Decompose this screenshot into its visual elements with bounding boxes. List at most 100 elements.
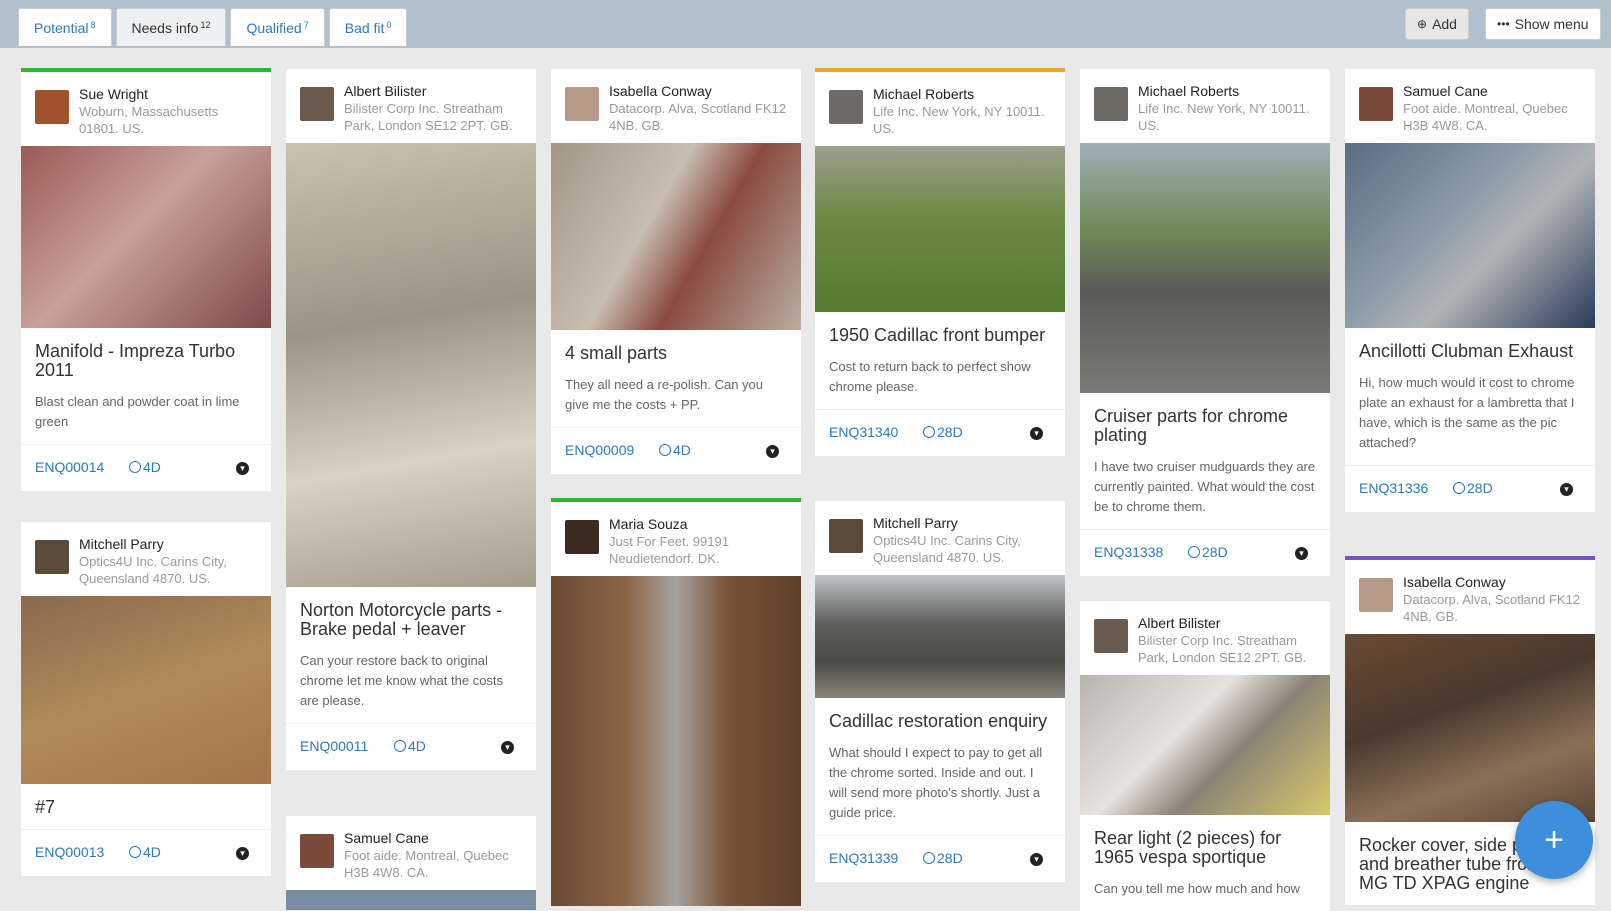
customer-name: Mitchell Parry <box>873 515 958 531</box>
enquiry-title: Cadillac restoration enquiry <box>829 711 1048 731</box>
enquiry-card[interactable]: Samuel Cane Foot aide. Montreal, Quebec H… <box>1345 69 1595 512</box>
tab-needs-info[interactable]: Needs info 12 <box>115 8 227 46</box>
enquiry-title: Cruiser parts for chrome plating <box>1094 406 1289 445</box>
avatar <box>565 87 599 121</box>
age-value: 4D <box>143 459 161 475</box>
add-button-label: Add <box>1432 16 1457 32</box>
customer-name: Maria Souza <box>609 516 688 532</box>
enquiry-title: Rear light (2 pieces) for 1965 vespa spo… <box>1094 828 1282 867</box>
card-footer: ENQ00013 4D ▾ <box>21 829 271 876</box>
tab-potential[interactable]: Potential 8 <box>18 8 112 46</box>
enquiry-card[interactable]: Mitchell Parry Optics4U Inc. Carins City,… <box>21 522 271 876</box>
card-header: Samuel Cane Foot aide. Montreal, Quebec H… <box>286 816 536 890</box>
card-footer: ENQ00014 4D ▾ <box>21 444 271 491</box>
age-indicator: 4D <box>394 738 426 754</box>
enquiry-card[interactable]: Mitchell Parry Optics4U Inc. Carins City,… <box>815 501 1065 882</box>
enquiry-card[interactable]: Isabella Conway Datacorp. Alva, Scotland … <box>551 69 801 474</box>
customer-name: Michael Roberts <box>1138 83 1240 99</box>
enquiry-description: Can your restore back to original chrome… <box>300 653 504 708</box>
tab-count: 8 <box>90 19 96 30</box>
clock-icon <box>923 426 935 438</box>
enquiry-ref-link[interactable]: ENQ31338 <box>1094 544 1163 560</box>
clock-icon <box>923 852 935 864</box>
part-photo[interactable] <box>1080 675 1330 815</box>
customer-address: Just For Feet. 99191 Neudietendorf. DK. <box>609 534 729 566</box>
part-photo[interactable] <box>1080 143 1330 393</box>
card-footer: ENQ31336 28D ▾ <box>1345 465 1595 512</box>
customer-address: Datacorp. Alva, Scotland FK12 4NB. GB. <box>1403 592 1581 624</box>
chevron-down-icon[interactable]: ▾ <box>236 462 249 475</box>
clock-icon <box>129 461 141 473</box>
show-menu-button[interactable]: ••• Show menu <box>1485 8 1601 40</box>
enquiry-title: 4 small parts <box>565 343 668 363</box>
add-button[interactable]: ⊕ Add <box>1405 8 1469 40</box>
chevron-down-icon[interactable]: ▾ <box>1030 853 1043 866</box>
card-header: Michael Roberts Life Inc. New York, NY 10… <box>1080 69 1330 143</box>
part-photo[interactable] <box>21 596 271 784</box>
avatar <box>1094 619 1128 653</box>
tab-bad-fit[interactable]: Bad fit 0 <box>328 8 408 46</box>
enquiry-description: I have two cruiser mudguards they are cu… <box>1094 459 1316 514</box>
enquiry-card[interactable]: Samuel Cane Foot aide. Montreal, Quebec H… <box>286 816 536 910</box>
card-header: Samuel Cane Foot aide. Montreal, Quebec H… <box>1345 69 1595 143</box>
part-photo[interactable] <box>815 146 1065 312</box>
card-header: Mitchell Parry Optics4U Inc. Carins City,… <box>21 522 271 596</box>
floating-add-button[interactable]: + <box>1515 801 1593 879</box>
enquiry-ref-link[interactable]: ENQ00013 <box>35 844 104 860</box>
chevron-down-icon[interactable]: ▾ <box>236 847 249 860</box>
enquiry-card[interactable]: Michael Roberts Life Inc. New York, NY 10… <box>815 68 1065 456</box>
avatar <box>565 520 599 554</box>
part-photo[interactable] <box>1345 143 1595 328</box>
clock-icon <box>1453 482 1465 494</box>
customer-name: Albert Bilister <box>1138 615 1221 631</box>
part-photo[interactable] <box>815 575 1065 698</box>
customer-address: Woburn, Massachusetts 01801. US. <box>79 104 219 136</box>
tab-label: Qualified <box>246 19 302 36</box>
enquiry-ref-link[interactable]: ENQ31339 <box>829 850 898 866</box>
age-value: 4D <box>408 738 426 754</box>
enquiry-title: Ancillotti Clubman Exhaust <box>1359 341 1574 361</box>
part-photo[interactable] <box>551 143 801 330</box>
enquiry-card[interactable]: Albert Bilister Bilister Corp Inc. Streat… <box>1080 601 1330 911</box>
kanban-board: Sue Wright Woburn, Massachusetts 01801. U… <box>0 48 1611 911</box>
chevron-down-icon[interactable]: ▾ <box>501 741 514 754</box>
enquiry-card[interactable]: Maria Souza Just For Feet. 99191 Neudiete… <box>551 498 801 906</box>
part-photo[interactable] <box>286 143 536 587</box>
chevron-down-icon[interactable]: ▾ <box>1030 427 1043 440</box>
customer-name: Samuel Cane <box>344 830 429 846</box>
avatar <box>300 87 334 121</box>
enquiry-ref-link[interactable]: ENQ31340 <box>829 424 898 440</box>
avatar <box>35 540 69 574</box>
enquiry-ref-link[interactable]: ENQ00011 <box>300 738 368 754</box>
customer-name: Samuel Cane <box>1403 83 1488 99</box>
customer-address: Foot aide. Montreal, Quebec H3B 4W8. CA. <box>344 848 509 880</box>
enquiry-card[interactable]: Michael Roberts Life Inc. New York, NY 10… <box>1080 69 1330 576</box>
chevron-down-icon[interactable]: ▾ <box>766 445 779 458</box>
chevron-down-icon[interactable]: ▾ <box>1560 483 1573 496</box>
enquiry-ref-link[interactable]: ENQ31336 <box>1359 480 1428 496</box>
ellipsis-icon: ••• <box>1497 17 1510 31</box>
customer-address: Life Inc. New York, NY 10011. US. <box>1138 101 1310 133</box>
avatar <box>1359 578 1393 612</box>
part-photo[interactable] <box>21 146 271 328</box>
chevron-down-icon[interactable]: ▾ <box>1295 547 1308 560</box>
avatar <box>1094 87 1128 121</box>
enquiry-ref-link[interactable]: ENQ00009 <box>565 442 634 458</box>
enquiry-ref-link[interactable]: ENQ00014 <box>35 459 104 475</box>
part-photo[interactable] <box>286 890 536 910</box>
age-indicator: 28D <box>923 850 963 866</box>
enquiry-description: They all need a re-polish. Can you give … <box>565 377 764 412</box>
tab-qualified[interactable]: Qualified 7 <box>230 8 325 46</box>
part-photo[interactable] <box>1345 634 1595 822</box>
card-footer: ENQ00009 4D ▾ <box>551 427 801 474</box>
card-header: Isabella Conway Datacorp. Alva, Scotland … <box>1345 560 1595 634</box>
card-header: Sue Wright Woburn, Massachusetts 01801. U… <box>21 72 271 146</box>
enquiry-card[interactable]: Albert Bilister Bilister Corp Inc. Streat… <box>286 69 536 770</box>
age-indicator: 28D <box>1453 480 1493 496</box>
part-photo[interactable] <box>551 576 801 906</box>
enquiry-card[interactable]: Sue Wright Woburn, Massachusetts 01801. U… <box>21 68 271 491</box>
customer-name: Mitchell Parry <box>79 536 164 552</box>
enquiry-title: #7 <box>35 797 56 817</box>
customer-address: Datacorp. Alva, Scotland FK12 4NB. GB. <box>609 101 787 133</box>
age-indicator: 4D <box>129 844 161 860</box>
